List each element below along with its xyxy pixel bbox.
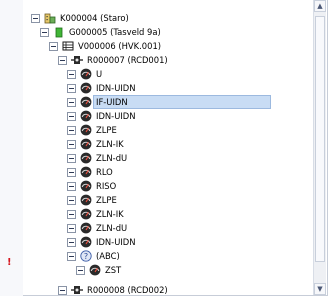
tree-node-label: ZLN-dU: [96, 223, 128, 233]
building-icon: [44, 13, 56, 24]
tree-node-label: K000004 (Staro): [60, 13, 129, 23]
vertical-scrollbar[interactable]: ▲ ▼: [313, 0, 326, 295]
meter-icon: [80, 138, 92, 150]
collapse-toggle[interactable]: [49, 41, 58, 51]
tree-node-measurement[interactable]: ZLN-IK: [67, 137, 126, 151]
collapse-toggle[interactable]: [67, 111, 76, 121]
meter-icon: [89, 264, 101, 276]
tree-node-label: RISO: [96, 181, 117, 191]
svg-text:?: ?: [84, 252, 88, 261]
tree-node-label: ZLN-dU: [96, 153, 128, 163]
collapse-toggle[interactable]: [67, 167, 76, 177]
meter-icon: [80, 82, 92, 94]
tree-node-label: V000006 (HVK.001): [78, 41, 162, 51]
meter-icon: [80, 152, 92, 164]
tree-node-measurement-selected[interactable]: IF-UIDN: [67, 95, 271, 109]
meter-icon: [80, 180, 92, 192]
tree-node-label: IDN-UIDN: [96, 237, 136, 247]
collapse-toggle[interactable]: [67, 69, 76, 79]
tree-node-label: IDN-UIDN: [96, 111, 136, 121]
tree-node-measurement[interactable]: ZLN-IK: [67, 207, 126, 221]
collapse-toggle[interactable]: [67, 195, 76, 205]
tree-node-label: (ABC): [96, 251, 120, 261]
meter-icon: [80, 166, 92, 178]
tree-node-rcd[interactable]: R000007 (RCD001): [58, 53, 170, 67]
breaker-icon: [71, 286, 83, 294]
tree-node-label: ZLPE: [96, 125, 117, 135]
tree-node-label: ZST: [105, 265, 122, 275]
collapse-toggle[interactable]: [67, 251, 76, 261]
tree-node-building[interactable]: K000004 (Staro): [31, 11, 131, 25]
meter-icon: [80, 208, 92, 220]
tree-node-label: ZLN-IK: [96, 209, 124, 219]
collapse-toggle[interactable]: [58, 285, 67, 295]
collapse-toggle[interactable]: [31, 13, 40, 23]
tree-node-measurement[interactable]: IDN-UIDN: [67, 235, 138, 249]
scroll-up-button[interactable]: ▲: [314, 0, 326, 12]
collapse-toggle[interactable]: [67, 237, 76, 247]
meter-icon: [80, 68, 92, 80]
green-block-icon: [55, 27, 63, 38]
tree-node-measurement[interactable]: IDN-UIDN: [67, 109, 138, 123]
collapse-toggle[interactable]: [67, 83, 76, 93]
tree-node-label: RLO: [96, 167, 113, 177]
tree-node-measurement[interactable]: IDN-UIDN: [67, 81, 138, 95]
question-icon: ?: [80, 250, 92, 262]
collapse-toggle[interactable]: [67, 153, 76, 163]
scroll-thumb[interactable]: [315, 16, 325, 262]
tree-node-measurement[interactable]: U: [67, 67, 104, 81]
tree-node-rcd[interactable]: R000008 (RCD002): [58, 283, 170, 297]
tree-node-location[interactable]: G000005 (Tasveld 9a): [40, 25, 163, 39]
collapse-toggle[interactable]: [67, 139, 76, 149]
tree-node-measurement[interactable]: ZLPE: [67, 123, 119, 137]
rack-icon: [62, 41, 74, 51]
collapse-toggle[interactable]: [67, 181, 76, 191]
tree-node-measurement[interactable]: ZST: [76, 263, 123, 277]
tree-node-label: ZLN-IK: [96, 139, 124, 149]
tree-node-distribution-board[interactable]: V000006 (HVK.001): [49, 39, 163, 53]
tree-panel: ! K000004 (Staro) G000005 (Tasveld 9a) V…: [0, 0, 328, 296]
tree-node-label: G000005 (Tasveld 9a): [69, 27, 161, 37]
meter-icon: [80, 96, 92, 108]
tree-node-measurement[interactable]: ZLPE: [67, 193, 119, 207]
collapse-toggle[interactable]: [67, 209, 76, 219]
collapse-toggle[interactable]: [76, 265, 85, 275]
tree-node-label: IF-UIDN: [93, 95, 271, 109]
meter-icon: [80, 222, 92, 234]
tree-node-measurement[interactable]: ZLN-dU: [67, 151, 129, 165]
collapse-toggle[interactable]: [67, 223, 76, 233]
tree-node-label: R000007 (RCD001): [87, 55, 168, 65]
tree-node-group[interactable]: ? (ABC): [67, 249, 122, 263]
collapse-toggle[interactable]: [67, 97, 76, 107]
meter-icon: [80, 236, 92, 248]
breaker-icon: [71, 56, 83, 64]
scroll-down-button[interactable]: ▼: [314, 283, 326, 295]
tree-node-label: U: [96, 69, 103, 79]
tree-node-label: ZLPE: [96, 195, 117, 205]
collapse-toggle[interactable]: [67, 125, 76, 135]
tree-node-label: IDN-UIDN: [96, 83, 136, 93]
tree-node-measurement[interactable]: RLO: [67, 165, 115, 179]
meter-icon: [80, 124, 92, 136]
tree-node-measurement[interactable]: ZLN-dU: [67, 221, 129, 235]
meter-icon: [80, 194, 92, 206]
tree-node-measurement[interactable]: RISO: [67, 179, 118, 193]
tree-node-label: R000008 (RCD002): [87, 285, 168, 295]
meter-icon: [80, 110, 92, 122]
collapse-toggle[interactable]: [58, 55, 67, 65]
measurement-tree: K000004 (Staro) G000005 (Tasveld 9a) V00…: [0, 0, 314, 295]
collapse-toggle[interactable]: [40, 27, 49, 37]
